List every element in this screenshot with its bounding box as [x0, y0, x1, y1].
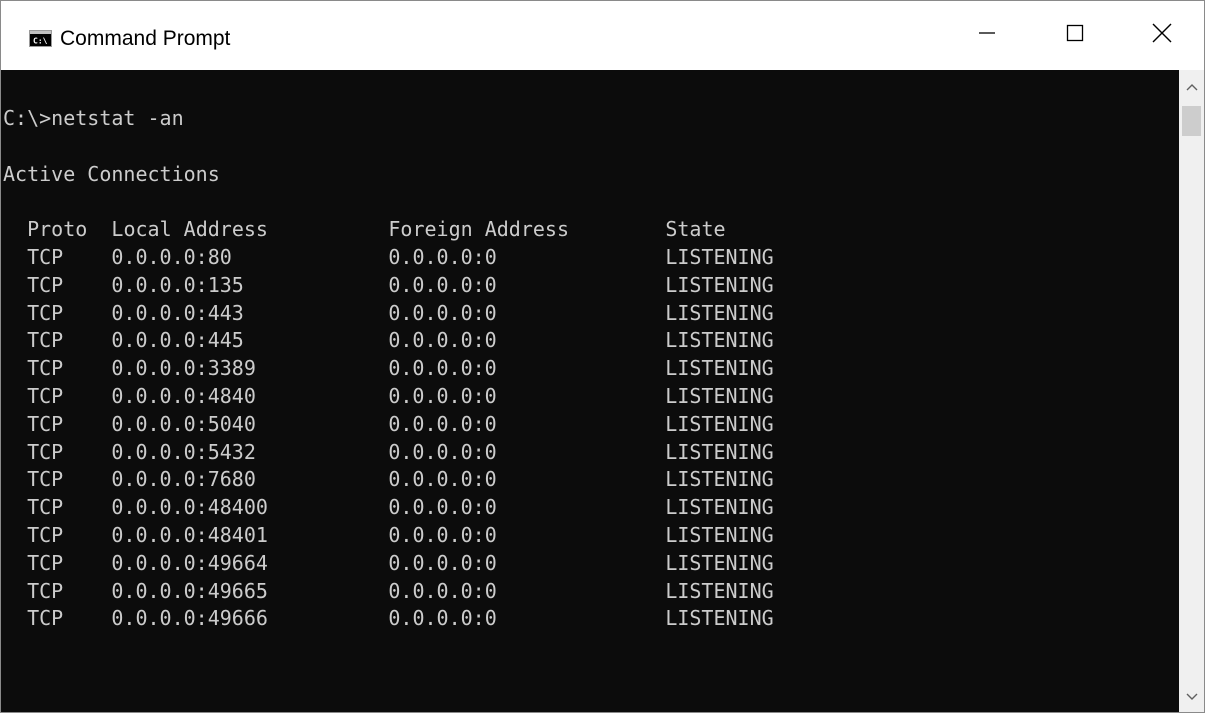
cell-foreign-address: 0.0.0.0:0 — [388, 300, 497, 325]
table-row: TCP 0.0.0.0:48401 0.0.0.0:0 LISTENING — [3, 522, 774, 550]
cell-proto: TCP — [27, 411, 64, 436]
cell-foreign-address: 0.0.0.0:0 — [388, 495, 497, 520]
cell-foreign-address: 0.0.0.0:0 — [388, 411, 497, 436]
cell-state: LISTENING — [665, 244, 774, 269]
cell-local-address: 0.0.0.0:5040 — [111, 411, 256, 436]
cell-foreign-address: 0.0.0.0:0 — [388, 328, 497, 353]
table-row: TCP 0.0.0.0:135 0.0.0.0:0 LISTENING — [3, 272, 774, 300]
cell-state: LISTENING — [665, 411, 774, 436]
cell-proto: TCP — [27, 495, 64, 520]
column-header-foreign: Foreign Address — [388, 217, 569, 242]
table-row: TCP 0.0.0.0:443 0.0.0.0:0 LISTENING — [3, 300, 774, 328]
table-row: TCP 0.0.0.0:3389 0.0.0.0:0 LISTENING — [3, 355, 774, 383]
cell-state: LISTENING — [665, 300, 774, 325]
cell-proto: TCP — [27, 550, 64, 575]
cell-state: LISTENING — [665, 522, 774, 547]
table-row: TCP 0.0.0.0:5040 0.0.0.0:0 LISTENING — [3, 411, 774, 439]
cell-proto: TCP — [27, 300, 64, 325]
cell-state: LISTENING — [665, 328, 774, 353]
cell-proto: TCP — [27, 272, 64, 297]
cell-foreign-address: 0.0.0.0:0 — [388, 578, 497, 603]
cell-local-address: 0.0.0.0:4840 — [111, 383, 256, 408]
cell-local-address: 0.0.0.0:49665 — [111, 578, 268, 603]
cell-foreign-address: 0.0.0.0:0 — [388, 467, 497, 492]
table-row: TCP 0.0.0.0:49664 0.0.0.0:0 LISTENING — [3, 550, 774, 578]
cell-proto: TCP — [27, 244, 64, 269]
table-row: TCP 0.0.0.0:4840 0.0.0.0:0 LISTENING — [3, 383, 774, 411]
cell-state: LISTENING — [665, 356, 774, 381]
cell-proto: TCP — [27, 328, 64, 353]
table-row: TCP 0.0.0.0:80 0.0.0.0:0 LISTENING — [3, 244, 774, 272]
table-header: Proto Local Address Foreign Address Stat… — [3, 216, 774, 244]
table-row: TCP 0.0.0.0:7680 0.0.0.0:0 LISTENING — [3, 466, 774, 494]
cell-foreign-address: 0.0.0.0:0 — [388, 356, 497, 381]
cell-proto: TCP — [27, 439, 64, 464]
console-output[interactable]: C:\>netstat -an Active Connections Proto … — [1, 70, 1179, 712]
cell-proto: TCP — [27, 467, 64, 492]
maximize-button[interactable] — [1031, 1, 1119, 70]
cell-state: LISTENING — [665, 383, 774, 408]
table-row: TCP 0.0.0.0:445 0.0.0.0:0 LISTENING — [3, 327, 774, 355]
scroll-up-button[interactable] — [1179, 74, 1204, 100]
cell-foreign-address: 0.0.0.0:0 — [388, 522, 497, 547]
close-icon — [1152, 23, 1172, 48]
cell-local-address: 0.0.0.0:48401 — [111, 522, 268, 547]
cell-local-address: 0.0.0.0:7680 — [111, 467, 256, 492]
cell-local-address: 0.0.0.0:49666 — [111, 606, 268, 631]
vertical-scrollbar[interactable] — [1179, 70, 1204, 712]
cell-local-address: 0.0.0.0:80 — [111, 244, 232, 269]
cell-proto: TCP — [27, 383, 64, 408]
prompt-line: C:\>netstat -an — [3, 106, 184, 130]
table-row: TCP 0.0.0.0:49665 0.0.0.0:0 LISTENING — [3, 578, 774, 606]
cell-local-address: 0.0.0.0:445 — [111, 328, 244, 353]
cell-local-address: 0.0.0.0:135 — [111, 272, 244, 297]
cell-local-address: 0.0.0.0:443 — [111, 300, 244, 325]
scroll-thumb[interactable] — [1182, 106, 1201, 136]
svg-text:C:\: C:\ — [33, 37, 48, 46]
title-bar[interactable]: C:\ Command Prompt — [1, 1, 1204, 70]
cell-foreign-address: 0.0.0.0:0 — [388, 606, 497, 631]
cell-local-address: 0.0.0.0:49664 — [111, 550, 268, 575]
cell-foreign-address: 0.0.0.0:0 — [388, 550, 497, 575]
minimize-button[interactable] — [943, 1, 1031, 70]
cell-local-address: 0.0.0.0:3389 — [111, 356, 256, 381]
cell-foreign-address: 0.0.0.0:0 — [388, 439, 497, 464]
chevron-up-icon — [1186, 78, 1198, 96]
cell-state: LISTENING — [665, 550, 774, 575]
column-header-local: Local Address — [111, 217, 268, 242]
table-row: TCP 0.0.0.0:49666 0.0.0.0:0 LISTENING — [3, 605, 774, 633]
table-row: TCP 0.0.0.0:5432 0.0.0.0:0 LISTENING — [3, 439, 774, 467]
cell-state: LISTENING — [665, 606, 774, 631]
section-heading: Active Connections — [3, 161, 220, 186]
window-title: Command Prompt — [60, 27, 231, 50]
cell-proto: TCP — [27, 578, 64, 603]
scroll-down-button[interactable] — [1179, 684, 1204, 710]
maximize-icon — [1066, 24, 1084, 47]
command-prompt-window: C:\ Command Prompt C:\>netstat -an Active… — [0, 0, 1205, 713]
column-header-proto: Proto — [27, 217, 88, 242]
cell-state: LISTENING — [665, 467, 774, 492]
cell-state: LISTENING — [665, 272, 774, 297]
cell-state: LISTENING — [665, 578, 774, 603]
cell-proto: TCP — [27, 522, 64, 547]
cell-state: LISTENING — [665, 495, 774, 520]
console-app-icon[interactable]: C:\ — [29, 30, 52, 47]
cell-proto: TCP — [27, 356, 64, 381]
cell-proto: TCP — [27, 606, 64, 631]
chevron-down-icon — [1186, 688, 1198, 706]
cell-state: LISTENING — [665, 439, 774, 464]
cell-local-address: 0.0.0.0:5432 — [111, 439, 256, 464]
table-row: TCP 0.0.0.0:48400 0.0.0.0:0 LISTENING — [3, 494, 774, 522]
console-text: C:\>netstat -an Active Connections Proto … — [3, 105, 774, 633]
cell-local-address: 0.0.0.0:48400 — [111, 495, 268, 520]
cell-foreign-address: 0.0.0.0:0 — [388, 244, 497, 269]
minimize-icon — [978, 24, 996, 47]
column-header-state: State — [665, 217, 726, 242]
cell-foreign-address: 0.0.0.0:0 — [388, 383, 497, 408]
cell-foreign-address: 0.0.0.0:0 — [388, 272, 497, 297]
close-button[interactable] — [1119, 1, 1204, 70]
